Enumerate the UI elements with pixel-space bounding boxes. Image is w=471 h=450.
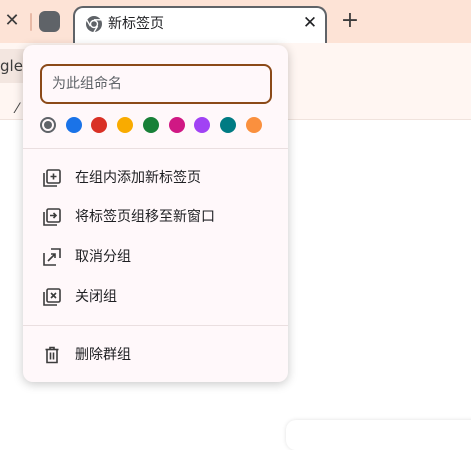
close-group-item[interactable]: 关闭组 [23,277,288,317]
tab-separator [30,13,32,31]
trash-icon [45,346,59,364]
move-group-to-new-window-item[interactable]: 将标签页组移至新窗口 [23,197,288,237]
content-card [286,420,471,450]
color-swatch-purple[interactable] [194,117,211,133]
divider [23,148,288,149]
tab-close-button[interactable]: ✕ [301,13,319,33]
active-tab[interactable]: 新标签页 ✕ [73,6,327,43]
tab-group-chip[interactable] [39,11,60,32]
chrome-icon [86,16,102,33]
add-tab-icon [43,169,61,187]
menu-item-label: 关闭组 [75,289,117,305]
ungroup-icon [43,248,61,266]
color-swatch-pink[interactable] [168,117,185,133]
move-to-window-icon [43,208,61,226]
delete-group-item[interactable]: 删除群组 [23,335,288,375]
tab-title: 新标签页 [108,16,164,32]
group-name-input[interactable] [40,64,272,104]
color-swatch-blue[interactable] [65,117,82,133]
tab-close-button[interactable]: ✕ [3,11,21,31]
omnibox-text: gle [0,57,23,75]
menu-item-label: 将标签页组移至新窗口 [75,209,215,225]
color-swatch-orange[interactable] [245,117,262,133]
menu-item-label: 取消分组 [75,249,131,265]
color-swatch-cyan[interactable] [219,117,236,133]
color-swatch-grey[interactable] [40,117,56,133]
tab-group-editor-menu: 在组内添加新标签页 将标签页组移至新窗口 取消分组 关闭组 [23,45,288,382]
color-swatch-yellow[interactable] [117,117,134,133]
new-tab-button[interactable]: + [339,9,361,33]
ungroup-item[interactable]: 取消分组 [23,237,288,277]
color-swatch-green[interactable] [142,117,159,133]
close-group-icon [43,288,61,306]
menu-item-label: 删除群组 [75,347,131,363]
color-swatch-red[interactable] [91,117,108,133]
add-tab-to-group-item[interactable]: 在组内添加新标签页 [23,158,288,198]
menu-item-label: 在组内添加新标签页 [75,170,201,186]
divider [23,325,288,326]
bookmark-item[interactable]: ⁄ [16,101,18,117]
